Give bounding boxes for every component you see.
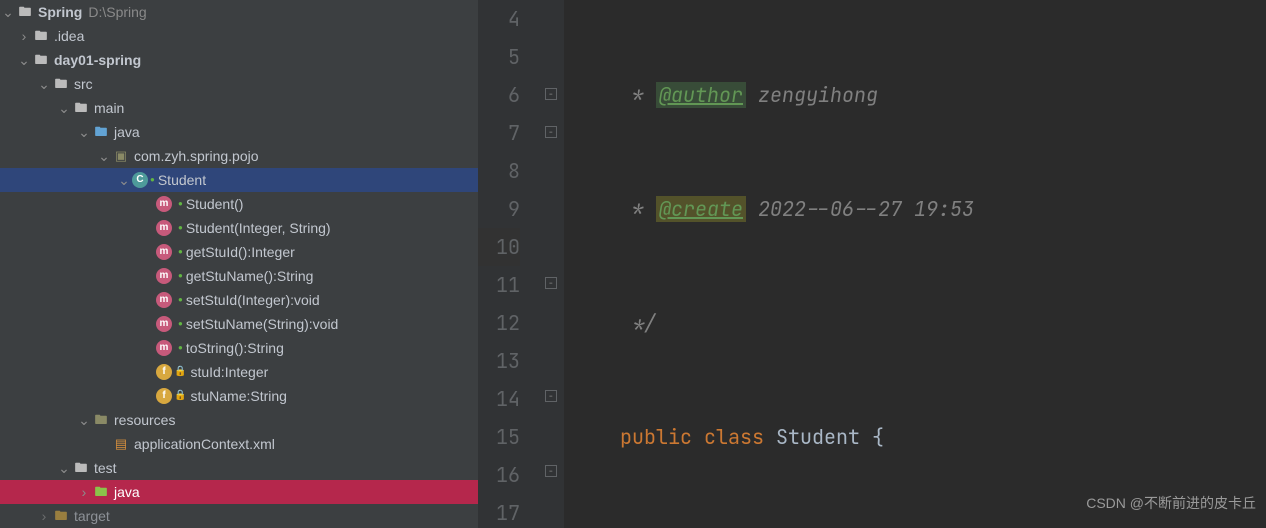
public-icon: ●: [178, 312, 183, 336]
xml-file-icon: ▤: [112, 432, 130, 456]
tree-main[interactable]: ⌄ 🖿 main: [0, 96, 478, 120]
public-icon: ●: [178, 216, 183, 240]
method-icon: m: [156, 268, 172, 284]
editor-gutter: 4 5 6 7 8 9 10 11 12 13 14 15 16 17: [478, 0, 538, 528]
field-icon: f: [156, 388, 172, 404]
tree-class-student[interactable]: ⌄ C ● Student: [0, 168, 478, 192]
line-number: 17: [478, 494, 520, 528]
line-number: 7: [478, 114, 520, 152]
tree-member-setStuId[interactable]: m ● setStuId(Integer):void: [0, 288, 478, 312]
code-area[interactable]: * @author zengyihong * @create 2022--06-…: [564, 0, 1266, 528]
folder-icon: 🖿: [72, 96, 90, 120]
folder-icon: 🖿: [16, 0, 34, 24]
tree-module[interactable]: ⌄ 🖿 day01-spring: [0, 48, 478, 72]
chevron-down-icon[interactable]: ⌄: [76, 408, 92, 432]
tree-member-toString[interactable]: m ● toString():String: [0, 336, 478, 360]
tree-member-setStuName[interactable]: m ● setStuName(String):void: [0, 312, 478, 336]
method-icon: m: [156, 340, 172, 356]
fold-collapse-icon[interactable]: −: [545, 465, 557, 477]
chevron-right-icon[interactable]: ›: [76, 480, 92, 504]
line-number: 13: [478, 342, 520, 380]
lock-icon: 🔒: [174, 360, 186, 384]
line-number: 12: [478, 304, 520, 342]
line-number: 9: [478, 190, 520, 228]
tree-idea-folder[interactable]: › 🖿 .idea: [0, 24, 478, 48]
excluded-folder-icon: 🖿: [52, 504, 70, 528]
folder-icon: 🖿: [52, 72, 70, 96]
method-icon: m: [156, 316, 172, 332]
chevron-down-icon[interactable]: ⌄: [16, 48, 32, 72]
line-number: 16: [478, 456, 520, 494]
chevron-down-icon[interactable]: ⌄: [96, 144, 112, 168]
project-tree[interactable]: ⌄ 🖿 Spring D:\Spring › 🖿 .idea ⌄ 🖿 day01…: [0, 0, 478, 528]
code-line: public class Student {: [572, 418, 1266, 456]
code-line: * @author zengyihong: [572, 76, 1266, 114]
tree-member-ctor0[interactable]: m ● Student(): [0, 192, 478, 216]
fold-collapse-icon[interactable]: −: [545, 277, 557, 289]
line-number: 5: [478, 38, 520, 76]
class-icon: C: [132, 172, 148, 188]
project-name: Spring: [38, 0, 82, 24]
chevron-right-icon[interactable]: ›: [16, 24, 32, 48]
tree-test[interactable]: ⌄ 🖿 test: [0, 456, 478, 480]
chevron-down-icon[interactable]: ⌄: [0, 0, 16, 24]
line-number: 11: [478, 266, 520, 304]
chevron-right-icon[interactable]: ›: [36, 504, 52, 528]
javadoc-tag-author: @author: [656, 82, 746, 108]
chevron-down-icon[interactable]: ⌄: [76, 120, 92, 144]
folder-icon: 🖿: [72, 456, 90, 480]
line-number: 14: [478, 380, 520, 418]
tree-java-source-root[interactable]: ⌄ 🖿 java: [0, 120, 478, 144]
tree-test-java[interactable]: › 🖿 java: [0, 480, 478, 504]
source-folder-icon: 🖿: [92, 120, 110, 144]
tree-target[interactable]: › 🖿 target: [0, 504, 478, 528]
tree-member-getStuName[interactable]: m ● getStuName():String: [0, 264, 478, 288]
public-icon: ●: [178, 264, 183, 288]
test-source-folder-icon: 🖿: [92, 480, 110, 504]
public-icon: ●: [178, 288, 183, 312]
javadoc-tag-create: @create: [656, 196, 746, 222]
fold-collapse-icon[interactable]: −: [545, 126, 557, 138]
chevron-down-icon[interactable]: ⌄: [56, 96, 72, 120]
method-icon: m: [156, 292, 172, 308]
fold-gutter[interactable]: − − − − −: [538, 0, 564, 528]
field-icon: f: [156, 364, 172, 380]
public-icon: ●: [178, 240, 183, 264]
tree-appctx[interactable]: ▤ applicationContext.xml: [0, 432, 478, 456]
line-number: 4: [478, 0, 520, 38]
chevron-down-icon[interactable]: ⌄: [116, 168, 132, 192]
method-icon: m: [156, 196, 172, 212]
package-icon: ▣: [112, 144, 130, 168]
line-number: 10: [478, 228, 520, 266]
public-icon: ●: [178, 336, 183, 360]
code-line: * @create 2022--06--27 19:53: [572, 190, 1266, 228]
line-number: 6: [478, 76, 520, 114]
project-path: D:\Spring: [88, 0, 146, 24]
resources-folder-icon: 🖿: [92, 408, 110, 432]
tree-package[interactable]: ⌄ ▣ com.zyh.spring.pojo: [0, 144, 478, 168]
tree-member-field-stuName[interactable]: f 🔒 stuName:String: [0, 384, 478, 408]
tree-member-field-stuId[interactable]: f 🔒 stuId:Integer: [0, 360, 478, 384]
tree-project-root[interactable]: ⌄ 🖿 Spring D:\Spring: [0, 0, 478, 24]
chevron-down-icon[interactable]: ⌄: [36, 72, 52, 96]
public-icon: ●: [178, 192, 183, 216]
watermark: CSDN @不断前进的皮卡丘: [1086, 484, 1256, 522]
method-icon: m: [156, 244, 172, 260]
tree-member-ctor1[interactable]: m ● Student(Integer, String): [0, 216, 478, 240]
folder-icon: 🖿: [32, 48, 50, 72]
code-line: */: [572, 304, 1266, 342]
folder-icon: 🖿: [32, 24, 50, 48]
tree-member-getStuId[interactable]: m ● getStuId():Integer: [0, 240, 478, 264]
method-icon: m: [156, 220, 172, 236]
lock-icon: 🔒: [174, 384, 186, 408]
line-number: 8: [478, 152, 520, 190]
chevron-down-icon[interactable]: ⌄: [56, 456, 72, 480]
fold-collapse-icon[interactable]: −: [545, 88, 557, 100]
tree-src[interactable]: ⌄ 🖿 src: [0, 72, 478, 96]
vcs-added-icon: ●: [150, 168, 155, 192]
code-editor[interactable]: 4 5 6 7 8 9 10 11 12 13 14 15 16 17 − − …: [478, 0, 1266, 528]
tree-resources[interactable]: ⌄ 🖿 resources: [0, 408, 478, 432]
fold-collapse-icon[interactable]: −: [545, 390, 557, 402]
line-number: 15: [478, 418, 520, 456]
